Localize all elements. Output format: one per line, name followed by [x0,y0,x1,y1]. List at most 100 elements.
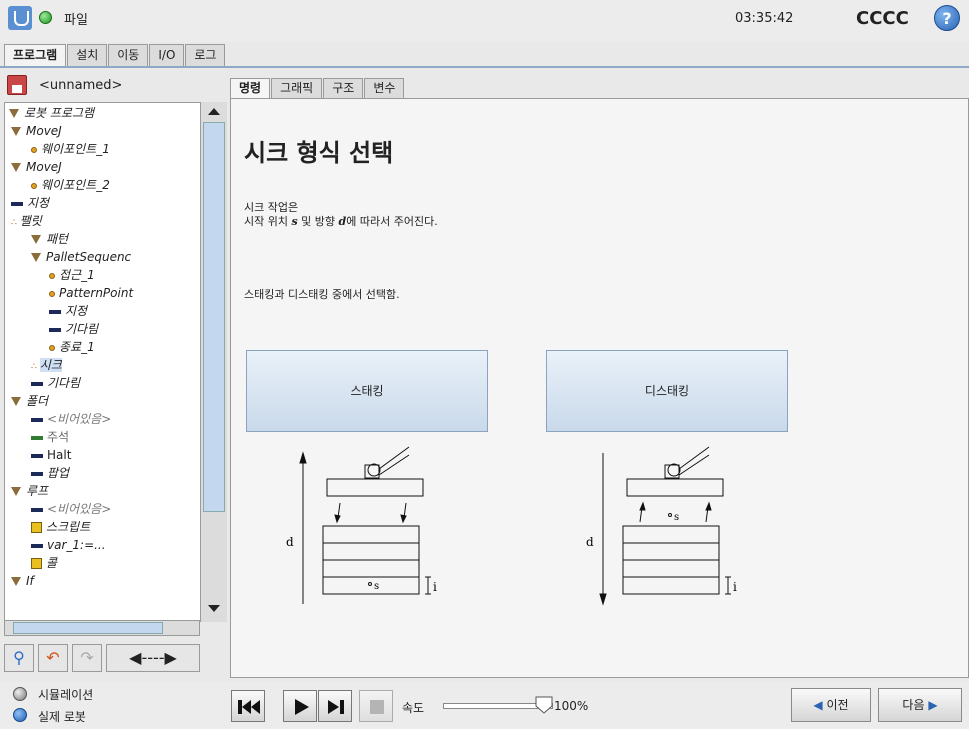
tree-node[interactable]: 팝업 [31,464,69,482]
top-bar: 파일 03:35:42 CCCC ? [0,0,969,42]
tab-structure[interactable]: 구조 [323,78,364,98]
file-menu[interactable]: 파일 [64,9,88,28]
tab-log[interactable]: 로그 [185,44,226,66]
tree-node[interactable]: 접근_1 [49,266,95,284]
expand-triangle-icon [11,487,21,496]
tab-graphics[interactable]: 그래픽 [271,78,323,98]
call-icon [31,558,42,569]
previous-button[interactable]: ◀ 이전 [791,688,871,722]
program-name: <unnamed> [39,77,123,93]
tree-node[interactable]: <비어있음> [31,410,111,428]
waypoint-icon [49,344,55,351]
tree-node[interactable]: <비어있음> [31,500,111,518]
tree-node[interactable]: If [11,572,34,590]
simulation-label[interactable]: 시뮬레이션 [38,686,93,703]
tab-variables[interactable]: 변수 [364,78,405,98]
diagram-label-s: s [374,581,379,592]
waypoint-icon [49,272,55,279]
tree-node[interactable]: ∴ 팰릿 [11,212,42,230]
tree-node[interactable]: 콜 [31,554,57,572]
tree-node[interactable]: 지정 [49,302,87,320]
tree-node[interactable]: 패턴 [31,230,68,248]
destacking-button[interactable]: 디스태킹 [546,350,788,432]
tree-horizontal-scrollbar[interactable] [4,620,200,636]
skip-back-button[interactable] [231,690,265,722]
diagram-label-s: s [674,512,679,523]
command-bar-icon [31,453,43,458]
tree-node[interactable]: 스크립트 [31,518,90,536]
tree-node[interactable]: PalletSequenc [31,248,131,266]
search-icon: ⚲ [13,648,25,667]
bottom-bar: 시뮬레이션 실제 로봇 속도 100% ◀ 이전 다음 ▶ [0,682,969,729]
tab-io[interactable]: I/O [149,44,185,66]
tree-node[interactable]: MoveJ [11,122,62,140]
tree-node[interactable]: 지정 [11,194,49,212]
tree-node[interactable]: 웨이포인트_2 [31,176,110,194]
program-tree: 로봇 프로그램 MoveJ 웨이포인트_1 MoveJ 웨이포인트_2 지정 ∴… [4,102,227,622]
command-bar-icon [31,507,43,512]
ur-logo-icon [8,6,32,30]
command-bar-icon [31,381,43,386]
expand-triangle-icon [11,163,21,172]
real-robot-radio[interactable] [13,708,27,722]
tree-node[interactable]: 웨이포인트_1 [31,140,110,158]
description-line-2: 시작 위치 s 및 방향 d에 따라서 주어진다. [244,215,438,228]
help-icon[interactable]: ? [934,5,960,31]
step-button[interactable] [318,690,352,722]
scrollbar-thumb[interactable] [203,122,225,512]
stacking-button[interactable]: 스태킹 [246,350,488,432]
expand-triangle-icon [11,397,21,406]
undo-icon: ↶ [46,648,60,667]
program-tree-panel: <unnamed> 로봇 프로그램 MoveJ 웨이포인트_1 MoveJ 웨이… [4,72,227,678]
scroll-down-icon[interactable] [208,605,220,612]
robot-status-icon[interactable] [39,11,52,24]
redo-icon: ↷ [80,648,94,667]
next-button[interactable]: 다음 ▶ [878,688,962,722]
expand-triangle-icon [11,127,21,136]
tab-move[interactable]: 이동 [108,44,149,66]
tree-node[interactable]: Halt [31,446,71,464]
tree-node[interactable]: MoveJ [11,158,62,176]
tab-installation[interactable]: 설치 [67,44,108,66]
destacking-diagram: d s i [586,446,737,606]
tree-node[interactable]: 주석 [31,428,69,446]
scroll-up-icon[interactable] [208,108,220,115]
page-title: 시크 형식 선택 [244,139,394,167]
diagram-label-i: i [433,580,437,594]
play-button[interactable] [283,690,317,722]
command-panel: 시크 형식 선택 시크 작업은 시작 위치 s 및 방향 d에 따라서 주어진다… [230,98,969,678]
tree-node[interactable]: 루프 [11,482,48,500]
real-robot-label[interactable]: 실제 로봇 [38,708,86,725]
expand-triangle-icon [9,109,19,118]
save-icon[interactable] [7,75,27,95]
skip-back-icon [238,700,260,714]
waypoint-icon [31,146,37,153]
command-bar-icon [11,201,23,206]
tree-node[interactable]: 기다림 [49,320,98,338]
collapse-expand-button[interactable]: ◀‑‑‑‑▶ [106,644,200,672]
simulation-radio[interactable] [13,687,27,701]
speed-slider-thumb[interactable] [535,696,553,714]
undo-button[interactable]: ↶ [38,644,68,672]
stacking-diagram: d s i [286,446,437,604]
tree-node-selected[interactable]: ∴ 시크 [31,356,62,374]
stop-button[interactable] [359,690,393,722]
expand-triangle-icon [11,577,21,586]
tree-node[interactable]: 기다림 [31,374,80,392]
tree-node[interactable]: var_1:=... [31,536,106,554]
tab-program[interactable]: 프로그램 [4,44,67,66]
tree-node[interactable]: 폴더 [11,392,48,410]
redo-button[interactable]: ↷ [72,644,102,672]
scrollbar-thumb[interactable] [13,622,163,634]
tree-node[interactable]: PatternPoint [49,284,133,302]
arrows-left-right-icon: ◀‑‑‑‑▶ [129,648,177,667]
tab-command[interactable]: 명령 [230,78,271,98]
tree-node[interactable]: 종료_1 [49,338,95,356]
script-icon [31,522,42,533]
search-button[interactable]: ⚲ [4,644,34,672]
tree-vertical-scrollbar[interactable] [200,102,227,622]
pallet-icon: ∴ [11,218,17,228]
program-header: <unnamed> [4,72,227,98]
tree-node[interactable]: 로봇 프로그램 [9,104,94,122]
command-bar-icon [31,417,43,422]
